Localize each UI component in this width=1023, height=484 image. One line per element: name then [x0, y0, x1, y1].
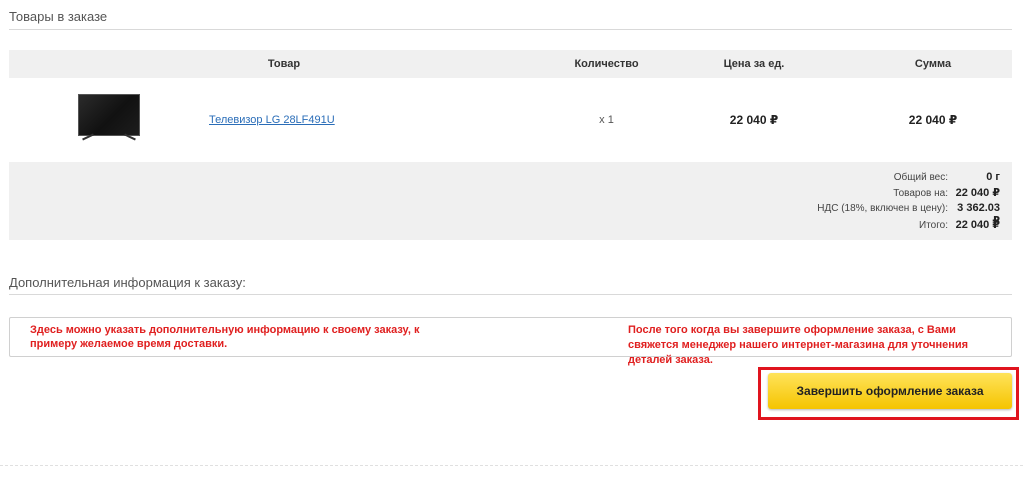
hint-left-annotation: Здесь можно указать дополнительную инфор… [30, 324, 420, 350]
order-items-divider [9, 29, 1012, 30]
order-items-title: Товары в заказе [9, 9, 108, 24]
column-header-sum: Сумма [914, 58, 952, 70]
product-quantity: x 1 [599, 114, 614, 126]
additional-info-divider [9, 294, 1012, 295]
additional-info-title: Дополнительная информация к заказу: [9, 275, 246, 290]
order-table: Товар Количество Цена за ед. Сумма Телев… [9, 50, 1012, 240]
goods-total-line: Товаров на: 22 040 ₽ [893, 186, 1000, 199]
product-thumbnail[interactable] [9, 91, 209, 149]
total-weight-line: Общий вес: 0 г [894, 171, 1000, 183]
table-header: Товар Количество Цена за ед. Сумма [9, 50, 1012, 78]
product-link[interactable]: Телевизор LG 28LF491U [209, 114, 335, 126]
column-header-unit-price: Цена за ед. [723, 58, 785, 70]
grand-total-line: Итого: 22 040 ₽ [919, 218, 1000, 231]
tv-image [76, 91, 142, 149]
footer-divider [0, 465, 1023, 466]
product-name-cell: Телевизор LG 28LF491U [209, 114, 559, 126]
goods-total-label: Товаров на: [893, 188, 948, 199]
column-header-product: Товар [267, 58, 301, 70]
table-row: Телевизор LG 28LF491U x 1 22 040 ₽ 22 04… [9, 78, 1012, 162]
goods-total-value: 22 040 ₽ [955, 187, 1000, 199]
order-totals: Общий вес: 0 г Товаров на: 22 040 ₽ НДС … [9, 162, 1012, 240]
total-weight-value: 0 г [986, 171, 1000, 183]
vat-label: НДС (18%, включен в цену): [817, 203, 948, 214]
hint-right-annotation: После того когда вы завершите оформление… [628, 324, 969, 366]
product-unit-price: 22 040 ₽ [729, 113, 779, 127]
grand-total-value: 22 040 ₽ [955, 219, 1000, 231]
column-header-quantity: Количество [574, 58, 639, 70]
finish-order-button[interactable]: Завершить оформление заказа [768, 373, 1012, 409]
product-sum: 22 040 ₽ [908, 113, 958, 127]
grand-total-label: Итого: [919, 220, 948, 231]
total-weight-label: Общий вес: [893, 172, 948, 183]
